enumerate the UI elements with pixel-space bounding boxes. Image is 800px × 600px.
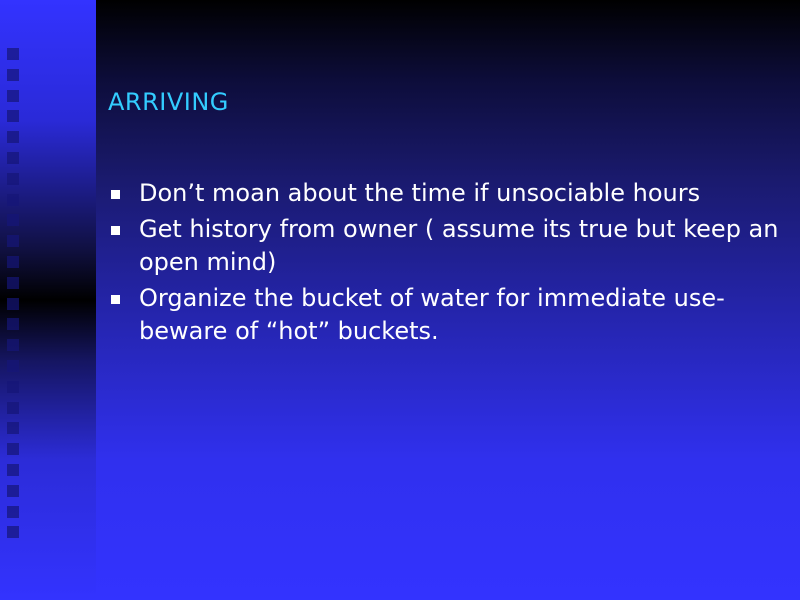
decorative-square xyxy=(7,255,19,268)
decorative-square xyxy=(7,276,19,289)
decorative-square-column xyxy=(7,48,19,547)
decorative-square xyxy=(7,68,19,81)
decorative-square xyxy=(7,339,19,352)
bullet-text: Organize the bucket of water for immedia… xyxy=(139,284,725,345)
decorative-side-strip xyxy=(0,0,96,600)
decorative-square xyxy=(7,214,19,227)
bullet-item: Don’t moan about the time if unsociable … xyxy=(108,177,788,210)
bullet-list: Don’t moan about the time if unsociable … xyxy=(108,177,788,351)
bullet-item: Organize the bucket of water for immedia… xyxy=(108,282,788,348)
decorative-square xyxy=(7,380,19,393)
decorative-square xyxy=(7,422,19,435)
square-bullet-icon xyxy=(111,295,120,304)
bullet-item: Get history from owner ( assume its true… xyxy=(108,213,788,279)
slide-background: ARRIVING Don’t moan about the time if un… xyxy=(0,0,800,600)
slide-title: ARRIVING xyxy=(108,88,229,116)
square-bullet-icon xyxy=(111,226,120,235)
decorative-square xyxy=(7,505,19,518)
decorative-square xyxy=(7,463,19,476)
decorative-square xyxy=(7,297,19,310)
bullet-text: Don’t moan about the time if unsociable … xyxy=(139,179,701,207)
decorative-square xyxy=(7,526,19,539)
decorative-square xyxy=(7,110,19,123)
decorative-square xyxy=(7,172,19,185)
decorative-square xyxy=(7,318,19,331)
decorative-square xyxy=(7,484,19,497)
decorative-square xyxy=(7,151,19,164)
bullet-text: Get history from owner ( assume its true… xyxy=(139,215,779,276)
square-bullet-icon xyxy=(111,190,120,199)
decorative-square xyxy=(7,401,19,414)
decorative-square xyxy=(7,443,19,456)
decorative-square xyxy=(7,48,19,60)
decorative-square xyxy=(7,89,19,102)
decorative-square xyxy=(7,193,19,206)
decorative-square xyxy=(7,235,19,248)
decorative-square xyxy=(7,359,19,372)
decorative-square xyxy=(7,131,19,144)
